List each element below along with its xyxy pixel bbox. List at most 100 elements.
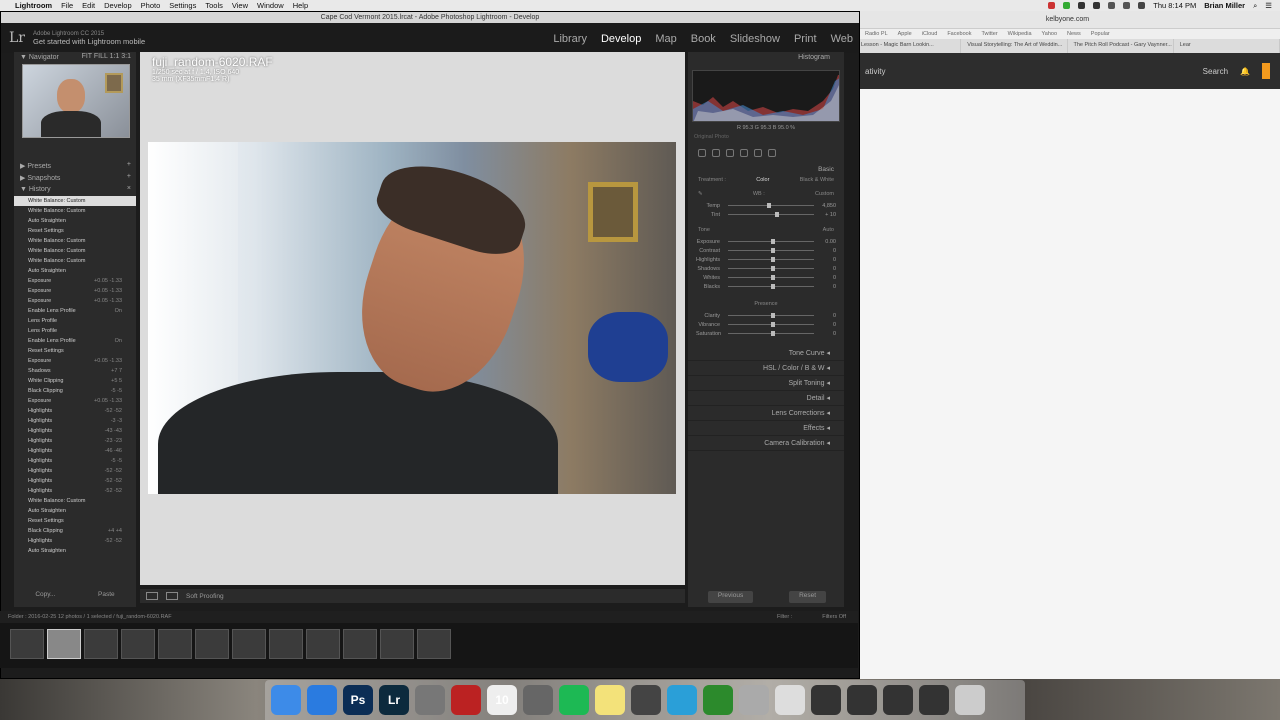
menu-tools[interactable]: Tools — [205, 1, 223, 10]
dock-app-photo-booth[interactable] — [451, 685, 481, 715]
history-item[interactable]: Exposure +0.05 -1.33 — [14, 296, 136, 306]
auto-tone-button[interactable]: Auto — [823, 227, 834, 233]
treatment-color[interactable]: Color — [756, 177, 769, 183]
bookmark[interactable]: Twitter — [981, 31, 997, 37]
history-item[interactable]: Exposure +0.05 -1.33 — [14, 396, 136, 406]
bookmark[interactable]: Radio PL — [865, 31, 888, 37]
history-item[interactable]: Highlights -52 -52 — [14, 406, 136, 416]
filmstrip-thumbnail[interactable] — [10, 629, 44, 659]
menu-edit[interactable]: Edit — [82, 1, 95, 10]
site-nav-text[interactable]: ativity — [865, 67, 885, 76]
bookmark[interactable]: News — [1067, 31, 1081, 37]
module-web[interactable]: Web — [831, 33, 853, 45]
shadows-slider[interactable]: Shadows 0 — [688, 264, 844, 273]
site-search-button[interactable]: Search — [1203, 67, 1228, 76]
history-item[interactable]: White Balance: Custom — [14, 206, 136, 216]
soft-proofing-toggle[interactable]: Soft Proofing — [186, 593, 224, 600]
dock-app-camtasia[interactable] — [703, 685, 733, 715]
filmstrip-thumbnail[interactable] — [380, 629, 414, 659]
dock-app-notes[interactable] — [595, 685, 625, 715]
status-dark-icon-2[interactable] — [1093, 2, 1101, 9]
adjustment-brush-icon[interactable] — [768, 149, 776, 157]
saturation-slider[interactable]: Saturation 0 — [688, 329, 844, 338]
browser-tab[interactable]: Visual Storytelling: The Art of Weddin..… — [961, 39, 1068, 53]
history-item[interactable]: Auto Straighten — [14, 506, 136, 516]
temp-slider[interactable]: Temp 4,850 — [688, 201, 844, 210]
module-print[interactable]: Print — [794, 33, 817, 45]
basic-header[interactable]: Basic — [688, 166, 844, 173]
add-snapshot-icon[interactable]: + — [127, 173, 131, 180]
snapshots-header[interactable]: ▶ Snapshots + — [14, 172, 136, 184]
loupe-view-icon[interactable] — [146, 592, 158, 600]
history-item[interactable]: Auto Straighten — [14, 546, 136, 556]
filmstrip-thumbnail[interactable] — [158, 629, 192, 659]
bookmark[interactable]: iCloud — [922, 31, 938, 37]
menu-app-name[interactable]: Lightroom — [15, 1, 52, 10]
filmstrip-thumbnail[interactable] — [343, 629, 377, 659]
radial-filter-icon[interactable] — [754, 149, 762, 157]
highlights-slider[interactable]: Highlights 0 — [688, 255, 844, 264]
dock-app-aperture[interactable] — [631, 685, 661, 715]
history-item[interactable]: White Balance: Custom — [14, 256, 136, 266]
history-item[interactable]: White Balance: Custom — [14, 196, 136, 206]
history-item[interactable]: Exposure +0.05 -1.33 — [14, 356, 136, 366]
exposure-slider[interactable]: Exposure 0.00 — [688, 237, 844, 246]
orange-tab[interactable] — [1262, 63, 1270, 79]
eyedropper-icon[interactable]: ✎ — [698, 191, 703, 197]
section-tone-curve[interactable]: Tone Curve ◂ — [688, 346, 844, 361]
dock-app-skype[interactable] — [667, 685, 697, 715]
contrast-slider[interactable]: Contrast 0 — [688, 246, 844, 255]
history-item[interactable]: Shadows +7 7 — [14, 366, 136, 376]
bookmark[interactable]: Apple — [898, 31, 912, 37]
history-item[interactable]: Highlights -3 -3 — [14, 416, 136, 426]
paste-button[interactable]: Paste — [98, 591, 115, 603]
wifi-icon[interactable] — [1108, 2, 1116, 9]
dock-app-screen[interactable] — [811, 685, 841, 715]
history-item[interactable]: Enable Lens Profile On — [14, 306, 136, 316]
dock-app-safari[interactable] — [307, 685, 337, 715]
filmstrip-thumbnail[interactable] — [195, 629, 229, 659]
original-photo-checkbox[interactable]: Original Photo — [688, 134, 844, 140]
copy-button[interactable]: Copy... — [35, 591, 55, 603]
dock-app-spotify[interactable] — [559, 685, 589, 715]
filmstrip-path[interactable]: Folder : 2016-02-25 12 photos / 1 select… — [8, 614, 172, 620]
history-item[interactable]: Highlights -43 -43 — [14, 426, 136, 436]
section-detail[interactable]: Detail ◂ — [688, 391, 844, 406]
add-preset-icon[interactable]: + — [127, 161, 131, 168]
dock-app-trash[interactable] — [955, 685, 985, 715]
bookmark[interactable]: Popular — [1091, 31, 1110, 37]
main-photo[interactable] — [148, 142, 676, 494]
dock-app-finder[interactable] — [271, 685, 301, 715]
history-item[interactable]: Exposure +0.05 -1.33 — [14, 276, 136, 286]
wb-select[interactable]: Custom — [815, 191, 834, 197]
clarity-slider[interactable]: Clarity 0 — [688, 311, 844, 320]
module-develop[interactable]: Develop — [601, 33, 641, 45]
status-red-icon[interactable] — [1048, 2, 1056, 9]
section-hsl-color-b-w[interactable]: HSL / Color / B & W ◂ — [688, 361, 844, 376]
whites-slider[interactable]: Whites 0 — [688, 273, 844, 282]
filters-off-select[interactable]: Filters Off — [822, 614, 858, 620]
clear-history-icon[interactable]: × — [127, 185, 131, 192]
menu-clock[interactable]: Thu 8:14 PM — [1153, 1, 1196, 10]
history-item[interactable]: Highlights -52 -52 — [14, 536, 136, 546]
status-dark-icon[interactable] — [1078, 2, 1086, 9]
history-item[interactable]: Highlights -23 -23 — [14, 436, 136, 446]
dock-app-screen[interactable] — [883, 685, 913, 715]
dock-app-doc[interactable] — [775, 685, 805, 715]
bookmark[interactable]: Wikipedia — [1008, 31, 1032, 37]
graduated-filter-icon[interactable] — [740, 149, 748, 157]
module-library[interactable]: Library — [553, 33, 587, 45]
dock-app-10[interactable]: 10 — [487, 685, 517, 715]
history-header[interactable]: ▼ History × — [14, 184, 136, 196]
history-item[interactable]: White Clipping +5 5 — [14, 376, 136, 386]
histogram[interactable] — [692, 70, 840, 122]
history-item[interactable]: Highlights -46 -46 — [14, 446, 136, 456]
history-item[interactable]: Highlights -52 -52 — [14, 486, 136, 496]
history-item[interactable]: Reset Settings — [14, 346, 136, 356]
vibrance-slider[interactable]: Vibrance 0 — [688, 320, 844, 329]
history-item[interactable]: Highlights -52 -52 — [14, 476, 136, 486]
filmstrip-thumbnail[interactable] — [232, 629, 266, 659]
menu-file[interactable]: File — [61, 1, 73, 10]
blacks-slider[interactable]: Blacks 0 — [688, 282, 844, 291]
crop-tool-icon[interactable] — [698, 149, 706, 157]
